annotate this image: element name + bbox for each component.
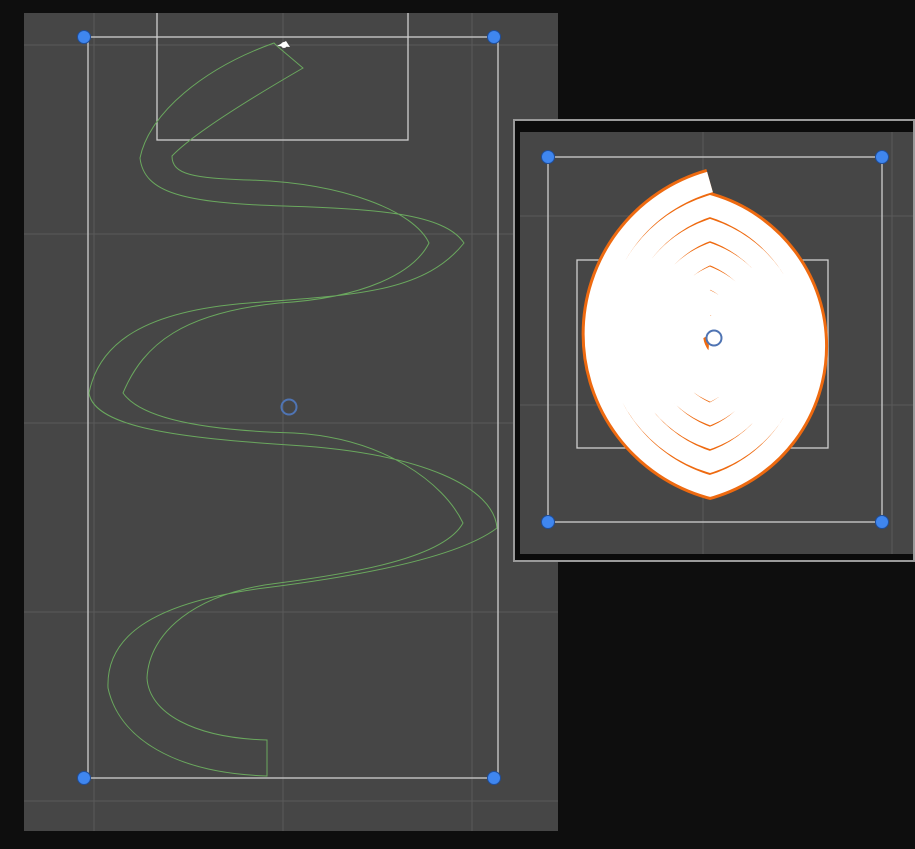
pivot-icon[interactable] bbox=[280, 398, 298, 416]
spiral-shape bbox=[581, 169, 829, 501]
handle-top-right-icon[interactable] bbox=[487, 30, 501, 44]
inset-handle-bottom-right-icon[interactable] bbox=[875, 515, 889, 529]
scene-viewport-inset[interactable] bbox=[520, 132, 913, 554]
rect-transform-bounds bbox=[87, 36, 499, 779]
scene-canvas-inset[interactable] bbox=[520, 132, 913, 554]
inset-handle-top-right-icon[interactable] bbox=[875, 150, 889, 164]
inset-handle-bottom-left-icon[interactable] bbox=[541, 515, 555, 529]
inset-handle-top-left-icon[interactable] bbox=[541, 150, 555, 164]
handle-bottom-right-icon[interactable] bbox=[487, 771, 501, 785]
grid-lines bbox=[24, 13, 558, 831]
scene-canvas-main[interactable] bbox=[24, 13, 558, 831]
handle-top-left-icon[interactable] bbox=[77, 30, 91, 44]
green-wave-shape bbox=[88, 42, 498, 777]
spiral-preview-panel bbox=[513, 119, 915, 562]
scene-viewport-main[interactable] bbox=[24, 13, 558, 831]
handle-bottom-left-icon[interactable] bbox=[77, 771, 91, 785]
